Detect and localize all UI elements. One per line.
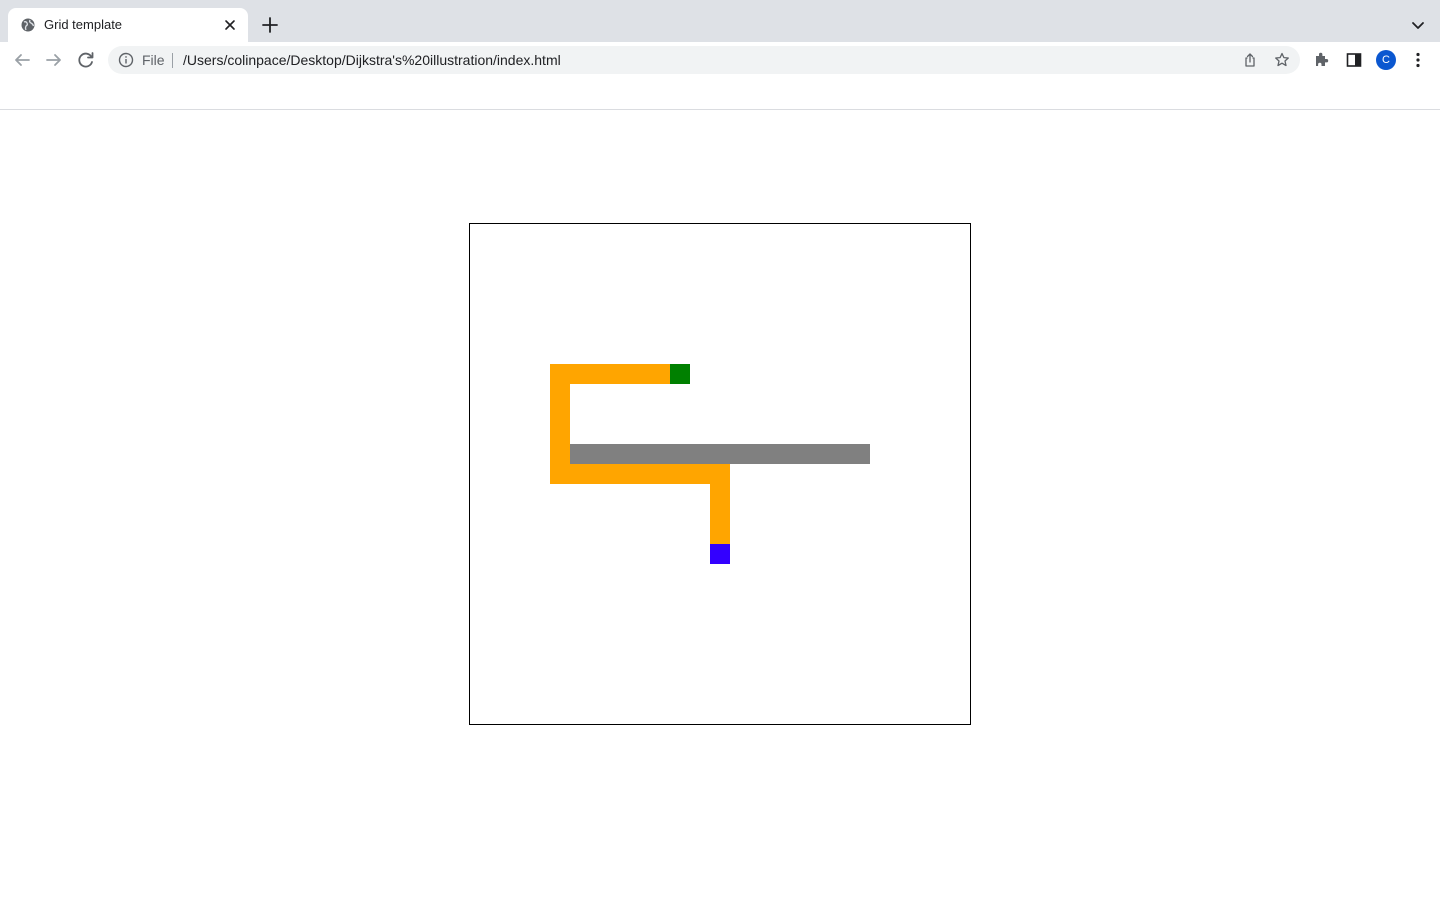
end-cell [710,544,730,564]
scheme-label: File [142,52,165,68]
new-tab-plus-icon[interactable] [258,13,282,37]
path-cell [710,464,730,484]
path-cell [630,364,650,384]
path-cell [710,524,730,544]
page-viewport [0,111,1440,900]
path-cell [550,404,570,424]
wall-cell [630,444,650,464]
address-bar[interactable]: File /Users/colinpace/Desktop/Dijkstra's… [108,46,1300,74]
path-cell [650,464,670,484]
path-cell [590,464,610,484]
path-cell [570,464,590,484]
more-menu-icon[interactable] [1408,50,1428,70]
globe-icon [21,18,35,32]
star-bookmark-icon[interactable] [1274,52,1290,68]
wall-cell [690,444,710,464]
wall-cell [730,444,750,464]
avatar[interactable]: C [1376,50,1396,70]
wall-cell [650,444,670,464]
back-arrow-icon[interactable] [10,48,34,72]
chevron-down-icon[interactable] [1406,13,1430,37]
path-cell [690,464,710,484]
extensions-puzzle-icon[interactable] [1312,50,1332,70]
wall-cell [710,444,730,464]
grid-canvas [550,364,870,564]
wall-cell [810,444,830,464]
side-panel-icon[interactable] [1344,50,1364,70]
path-cell [550,384,570,404]
tab-grid-template[interactable]: Grid template [8,8,248,42]
path-cell [550,444,570,464]
bookmarks-bar [0,78,1440,110]
start-cell [670,364,690,384]
wall-cell [790,444,810,464]
wall-cell [830,444,850,464]
forward-arrow-icon[interactable] [42,48,66,72]
wall-cell [750,444,770,464]
tab-strip: Grid template [0,0,1440,42]
path-cell [570,364,590,384]
share-icon[interactable] [1242,52,1258,68]
path-cell [610,464,630,484]
path-cell [590,364,610,384]
path-cell [650,364,670,384]
browser-window: Grid template File /Users/colinpace/Desk… [0,0,1440,900]
wall-cell [850,444,870,464]
wall-cell [670,444,690,464]
info-icon[interactable] [118,52,134,68]
wall-cell [770,444,790,464]
path-cell [630,464,650,484]
path-cell [710,484,730,504]
url-text[interactable]: /Users/colinpace/Desktop/Dijkstra's%20il… [183,52,561,68]
path-cell [550,364,570,384]
path-cell [710,504,730,524]
path-cell [670,464,690,484]
tab-title: Grid template [44,17,123,32]
reload-icon[interactable] [74,48,98,72]
wall-cell [570,444,590,464]
wall-cell [590,444,610,464]
path-cell [550,464,570,484]
close-icon[interactable] [222,17,238,33]
path-cell [610,364,630,384]
toolbar: File /Users/colinpace/Desktop/Dijkstra's… [0,42,1440,78]
omnibox-divider [172,53,173,68]
path-cell [550,424,570,444]
grid-board[interactable] [469,223,971,725]
wall-cell [610,444,630,464]
